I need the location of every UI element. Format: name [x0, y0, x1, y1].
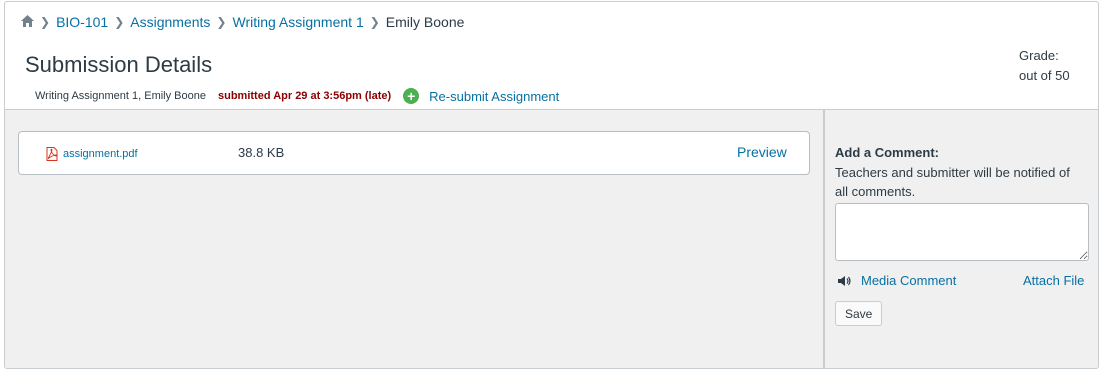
pdf-file-icon — [46, 147, 58, 161]
comment-textarea[interactable] — [835, 203, 1089, 261]
chevron-right-icon: ❯ — [216, 15, 227, 29]
file-size: 38.8 KB — [238, 145, 285, 160]
comment-title: Add a Comment: — [835, 145, 939, 160]
late-status: submitted Apr 29 at 3:56pm (late) — [217, 90, 392, 102]
resubmit-label: Re-submit Assignment — [429, 88, 560, 104]
resubmit-button[interactable]: Re-submit Assignment — [403, 88, 559, 104]
breadcrumb-link-assignments[interactable]: Assignments — [130, 14, 210, 30]
breadcrumb-link-course[interactable]: BIO-101 — [56, 14, 108, 30]
chevron-right-icon: ❯ — [114, 15, 125, 29]
media-comment-link[interactable]: Media Comment — [861, 273, 956, 288]
breadcrumb-link-assignment[interactable]: Writing Assignment 1 — [232, 14, 363, 30]
speaker-icon — [838, 275, 851, 286]
chevron-right-icon: ❯ — [40, 15, 51, 29]
preview-link[interactable]: Preview — [737, 144, 787, 160]
comment-sidebar: Add a Comment: Teachers and submitter wi… — [825, 110, 1098, 368]
file-name: assignment.pdf — [63, 148, 138, 160]
chevron-right-icon: ❯ — [369, 15, 380, 29]
grade-out-of: out of 50 — [1019, 68, 1070, 83]
save-button[interactable]: Save — [835, 301, 883, 326]
grade-block: Grade: out of 50 — [1019, 46, 1070, 86]
file-attachment-row: assignment.pdf 38.8 KB Preview — [18, 131, 810, 175]
page-title: Submission Details — [25, 52, 213, 77]
submission-meta-line: Writing Assignment 1, Emily Boone submit… — [35, 88, 559, 104]
comment-note: Teachers and submitter will be notified … — [835, 165, 1070, 199]
breadcrumb-current: Emily Boone — [385, 14, 465, 30]
home-icon[interactable] — [21, 14, 34, 30]
media-comment-row: Media Comment — [837, 273, 956, 288]
breadcrumb: ❯ BIO-101 ❯ Assignments ❯ Writing Assign… — [21, 13, 464, 31]
submission-meta: Writing Assignment 1, Emily Boone — [35, 90, 206, 102]
file-download-link[interactable]: assignment.pdf — [46, 147, 138, 161]
plus-circle-icon — [403, 88, 420, 104]
submission-details-page: ❯ BIO-101 ❯ Assignments ❯ Writing Assign… — [4, 1, 1099, 369]
submission-main-panel: assignment.pdf 38.8 KB Preview — [5, 110, 824, 368]
attach-file-link[interactable]: Attach File — [1023, 273, 1084, 288]
grade-label: Grade: — [1019, 48, 1059, 63]
